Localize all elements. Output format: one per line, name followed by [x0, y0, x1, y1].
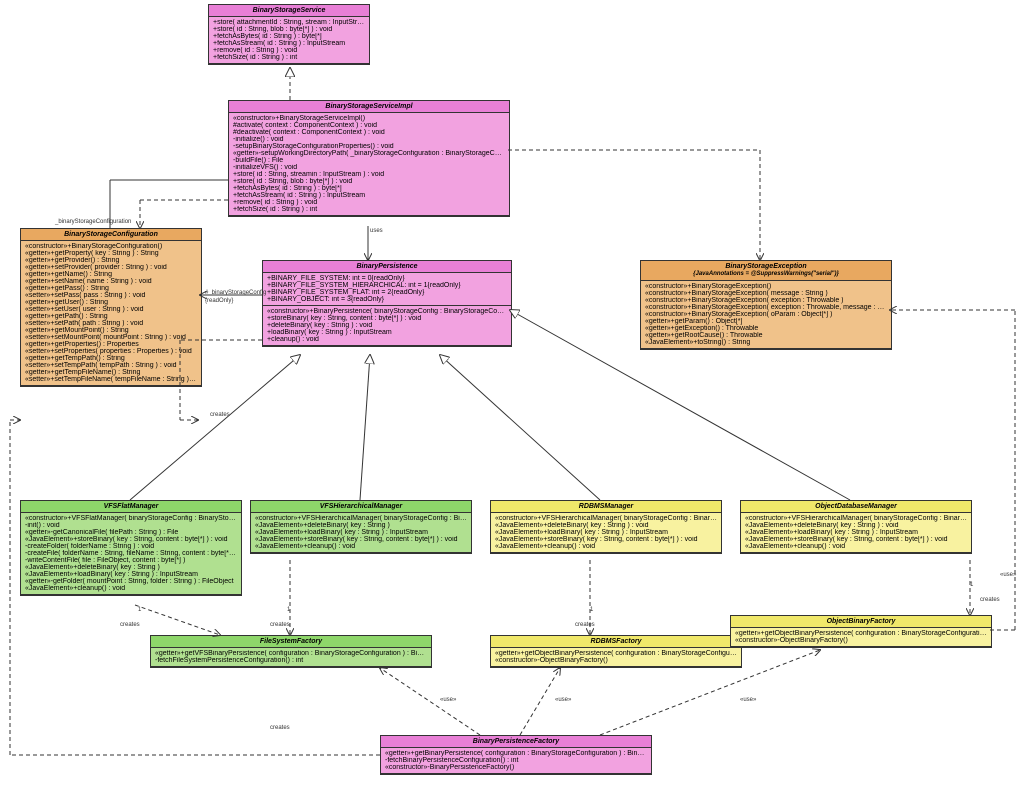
class-title: BinaryPersistenceFactory: [381, 736, 651, 748]
class-title: ObjectBinaryFactory: [731, 616, 991, 628]
class-title: FileSystemFactory: [151, 636, 431, 648]
class-ops: «constructor»+BinaryStorageConfiguration…: [21, 241, 201, 386]
class-title: VFSHierarchicalManager: [251, 501, 471, 513]
class-title: BinaryPersistence: [263, 261, 511, 273]
label-use: «use»: [1000, 572, 1016, 578]
label-creates: creates: [575, 622, 595, 628]
label-use: «use»: [740, 697, 756, 703]
class-ops: «constructor»+VFSHierarchicalManager( bi…: [491, 513, 721, 553]
label-creates: creates: [120, 622, 140, 628]
class-object-database-manager: ObjectDatabaseManager «constructor»+VFSH…: [740, 500, 972, 554]
label-one: 1: [287, 607, 290, 613]
label-one: 1: [970, 582, 973, 588]
label-use: «use»: [555, 697, 571, 703]
class-ops: «getter»+getBinaryPersistence( configura…: [381, 748, 651, 774]
class-title: BinaryStorageException {JavaAnnotations …: [641, 261, 891, 281]
class-title: RDBMSManager: [491, 501, 721, 513]
label-binary-storage-config: #_binaryStorageConfig: [205, 290, 266, 296]
class-binary-storage-service: BinaryStorageService +store( attachmentI…: [208, 4, 370, 65]
class-binary-persistence-factory: BinaryPersistenceFactory «getter»+getBin…: [380, 735, 652, 775]
class-ops: «constructor»+VFSHierarchicalManager( bi…: [251, 513, 471, 553]
class-ops: «constructor»+BinaryStorageServiceImpl()…: [229, 113, 509, 216]
class-title: RDBMSFactory: [491, 636, 741, 648]
label-creates: creates: [270, 725, 290, 731]
class-ops: «constructor»+VFSFlatManager( binaryStor…: [21, 513, 241, 595]
class-binary-persistence: BinaryPersistence +BINARY_FILE_SYSTEM: i…: [262, 260, 512, 347]
label-binary-storage-configuration: _binaryStorageConfiguration: [55, 219, 131, 225]
class-ops: «constructor»+BinaryPersistence( binaryS…: [263, 306, 511, 346]
class-binary-storage-service-impl: BinaryStorageServiceImpl «constructor»+B…: [228, 100, 510, 217]
class-title: ObjectDatabaseManager: [741, 501, 971, 513]
class-ops: «constructor»+BinaryStorageException() «…: [641, 281, 891, 349]
class-rdbms-factory: RDBMSFactory «getter»+getObjectBinaryPer…: [490, 635, 742, 668]
label-creates: creates: [980, 597, 1000, 603]
class-ops: «getter»+getObjectBinaryPersistence( con…: [491, 648, 741, 667]
class-file-system-factory: FileSystemFactory «getter»+getVFSBinaryP…: [150, 635, 432, 668]
class-title: BinaryStorageConfiguration: [21, 229, 201, 241]
class-title: VFSFlatManager: [21, 501, 241, 513]
class-ops: +store( attachmentId : String, stream : …: [209, 17, 369, 64]
class-vfs-hierarchical-manager: VFSHierarchicalManager «constructor»+VFS…: [250, 500, 472, 554]
class-ops: «constructor»+VFSHierarchicalManager( bi…: [741, 513, 971, 553]
label-one: 1: [590, 607, 593, 613]
class-title: BinaryStorageService: [209, 5, 369, 17]
class-ops: «getter»+getObjectBinaryPersistence( con…: [731, 628, 991, 647]
class-ops: «getter»+getVFSBinaryPersistence( config…: [151, 648, 431, 667]
class-binary-storage-configuration: BinaryStorageConfiguration «constructor»…: [20, 228, 202, 387]
label-use: «use»: [440, 697, 456, 703]
class-title: BinaryStorageServiceImpl: [229, 101, 509, 113]
diagram-connectors: [0, 0, 1024, 790]
label-read-only: {readOnly}: [205, 298, 233, 304]
label-creates: creates: [210, 412, 230, 418]
class-rdbms-manager: RDBMSManager «constructor»+VFSHierarchic…: [490, 500, 722, 554]
class-vfs-flat-manager: VFSFlatManager «constructor»+VFSFlatMana…: [20, 500, 242, 596]
class-attrs: +BINARY_FILE_SYSTEM: int = 0{readOnly} +…: [263, 273, 511, 306]
label-one: 1: [138, 607, 141, 613]
class-binary-storage-exception: BinaryStorageException {JavaAnnotations …: [640, 260, 892, 350]
label-uses: uses: [370, 228, 383, 234]
class-object-binary-factory: ObjectBinaryFactory «getter»+getObjectBi…: [730, 615, 992, 648]
label-creates: creates: [270, 622, 290, 628]
